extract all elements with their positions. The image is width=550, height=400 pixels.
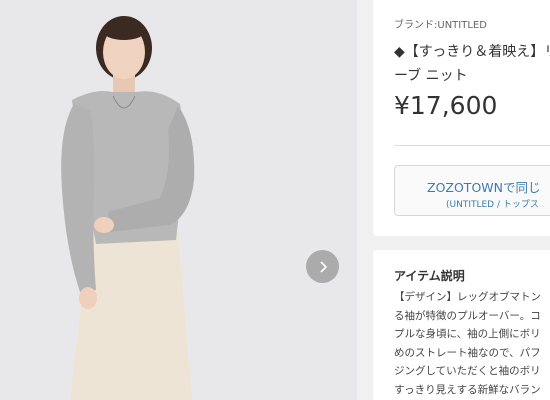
product-price: ¥17,600 xyxy=(394,91,498,120)
description-line: プルな身頃に、袖の上側にボリ xyxy=(394,328,541,340)
model-image xyxy=(0,0,357,400)
product-page: ブランド:UNTITLED ◆【すっきり＆着映え】リーブ ニット ¥17,600… xyxy=(0,0,550,400)
zozotown-button-sublabel: (UNTITLED / トップス xyxy=(446,200,539,210)
description-line: すっきり見えする新鮮なバラン xyxy=(394,383,541,396)
divider xyxy=(394,145,550,146)
zozotown-button[interactable]: ZOZOTOWNで同じ (UNTITLED / トップス xyxy=(394,165,550,216)
description-line: 【デザイン】レッグオブマトン xyxy=(394,291,541,303)
brand-label[interactable]: ブランド:UNTITLED xyxy=(394,16,487,31)
description-line: めのストレート袖なので、パフ xyxy=(394,346,541,359)
zozotown-button-label: ZOZOTOWNで同じ xyxy=(427,180,541,195)
description-heading: アイテム説明 xyxy=(394,269,465,283)
product-title: ◆【すっきり＆着映え】リーブ ニット xyxy=(394,44,550,84)
description-line: る袖が特徴のプルオーバー。コ xyxy=(394,309,541,322)
next-image-button[interactable] xyxy=(306,250,339,283)
description-body: 【デザイン】レッグオブマトン る袖が特徴のプルオーバー。コ プルな身頃に、袖の上… xyxy=(394,288,550,399)
item-description-card: アイテム説明 【デザイン】レッグオブマトン る袖が特徴のプルオーバー。コ プルな… xyxy=(373,250,550,400)
description-line: ジングしていただくと袖のボリ xyxy=(394,365,541,377)
product-info-card: ブランド:UNTITLED ◆【すっきり＆着映え】リーブ ニット ¥17,600… xyxy=(373,0,550,236)
chevron-right-icon xyxy=(319,260,327,273)
product-photo xyxy=(0,0,357,400)
